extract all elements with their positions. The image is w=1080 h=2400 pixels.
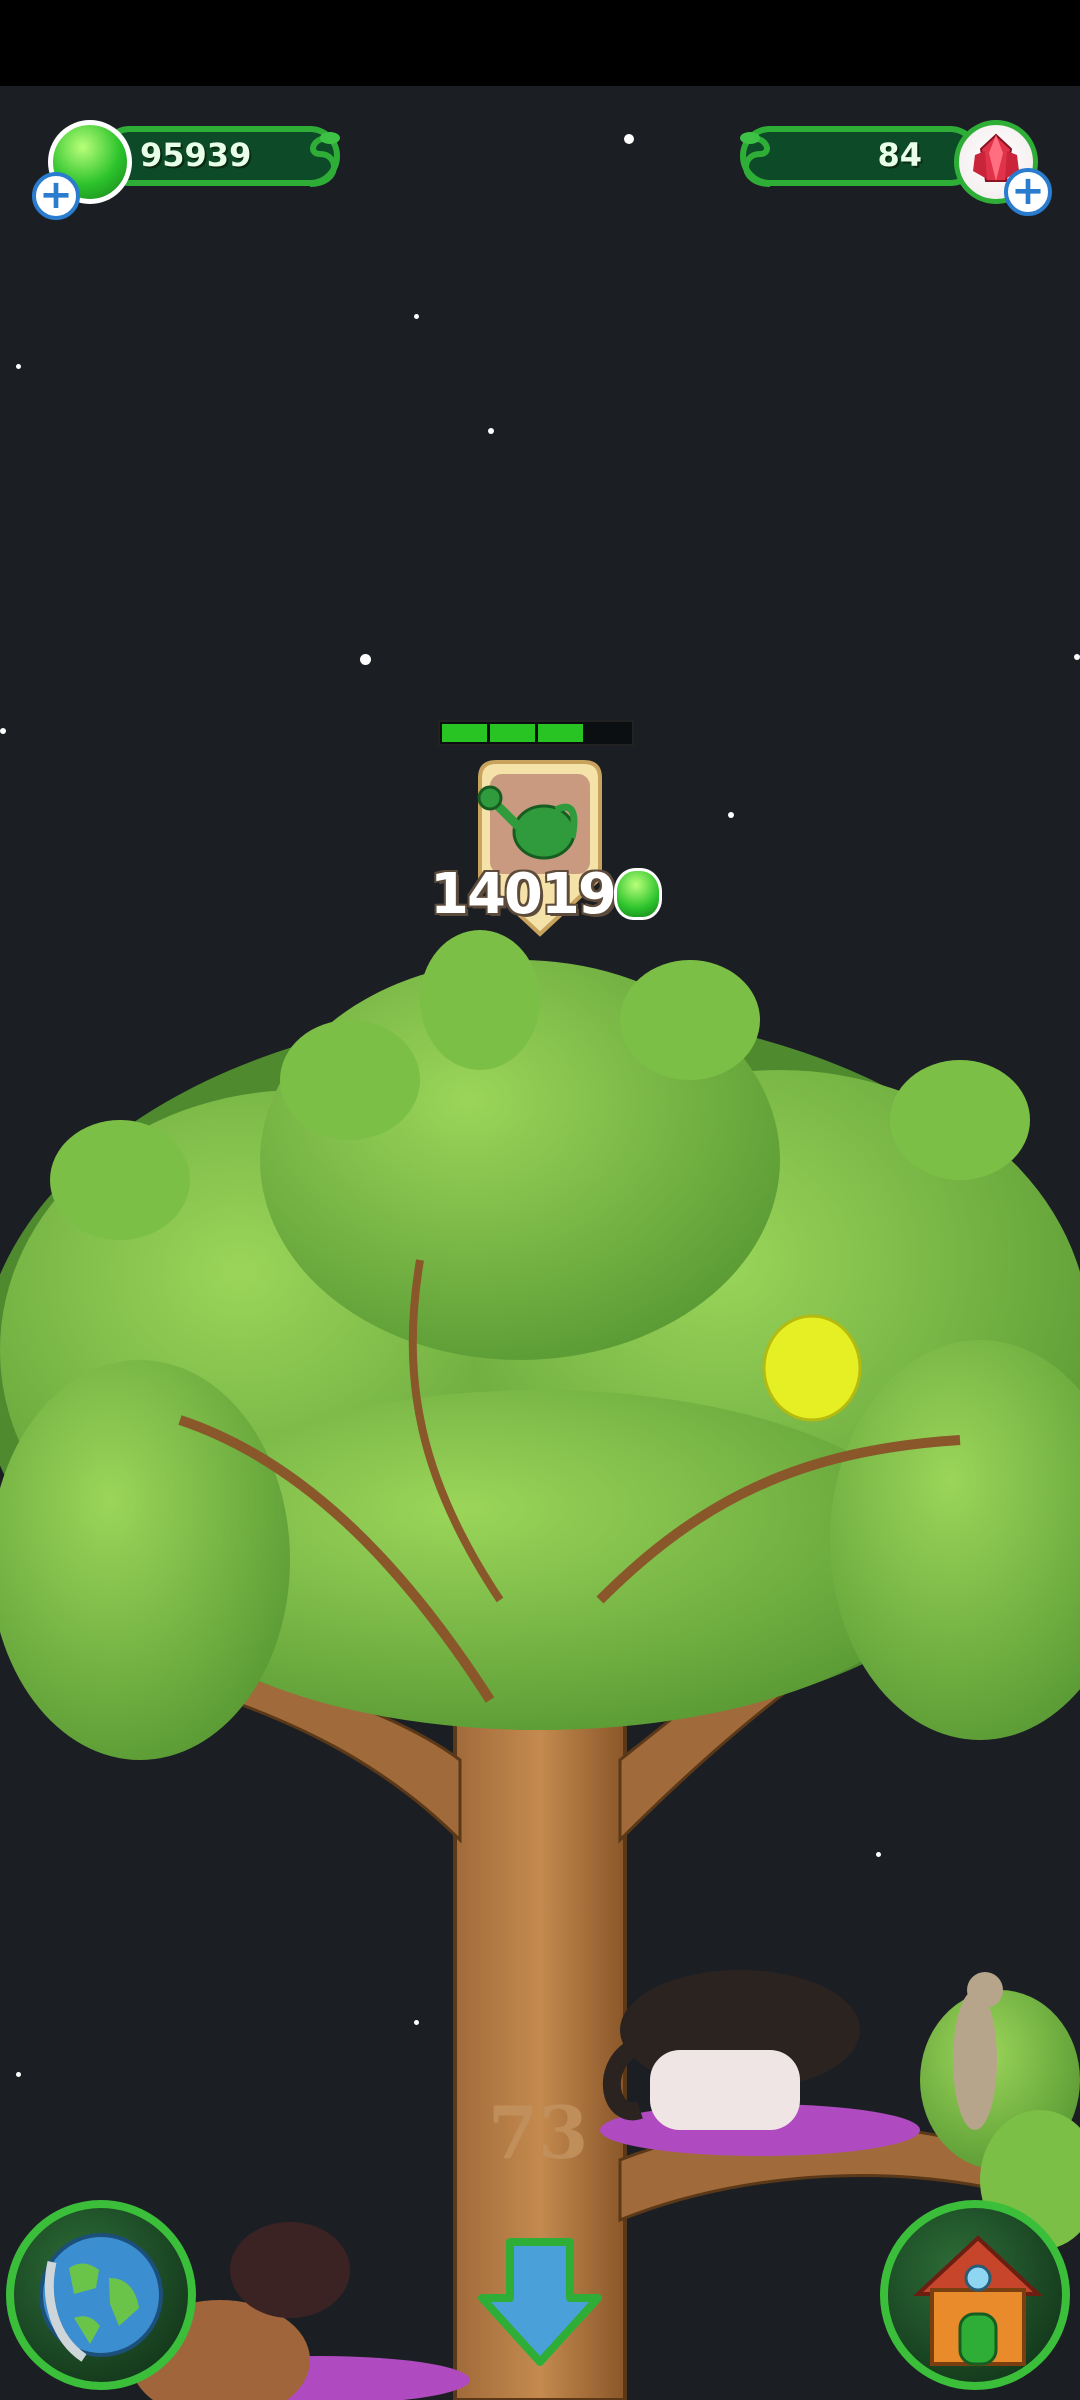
gems-value: 84 xyxy=(877,136,922,174)
globe-icon xyxy=(39,2233,163,2362)
star xyxy=(728,812,734,818)
add-gems-button[interactable]: + xyxy=(1004,168,1052,216)
vine-decoration-icon xyxy=(309,132,340,187)
ostrich-animal xyxy=(603,1970,860,2130)
star xyxy=(1074,654,1080,660)
scroll-down-button[interactable] xyxy=(470,2232,610,2372)
branch-level-number: 73 xyxy=(488,2090,589,2175)
green-gumdrop-icon xyxy=(614,868,662,920)
star xyxy=(488,428,494,434)
star xyxy=(414,314,419,319)
golden-fruit xyxy=(762,1314,862,1422)
add-coins-button[interactable]: + xyxy=(32,172,80,220)
vine-decoration-icon xyxy=(740,132,771,187)
star xyxy=(624,134,634,144)
star xyxy=(360,654,371,665)
status-bar xyxy=(0,0,1080,86)
coins-value: 95939 xyxy=(140,136,252,174)
star xyxy=(0,728,6,734)
water-progress-fill xyxy=(442,724,583,742)
house-icon xyxy=(912,2235,1044,2366)
world-map-button[interactable] xyxy=(6,2200,196,2390)
star xyxy=(16,364,21,369)
water-progress-bar xyxy=(438,720,634,746)
home-button[interactable] xyxy=(880,2200,1070,2390)
tree[interactable] xyxy=(0,920,1080,2400)
down-arrow-icon xyxy=(478,2238,602,2366)
